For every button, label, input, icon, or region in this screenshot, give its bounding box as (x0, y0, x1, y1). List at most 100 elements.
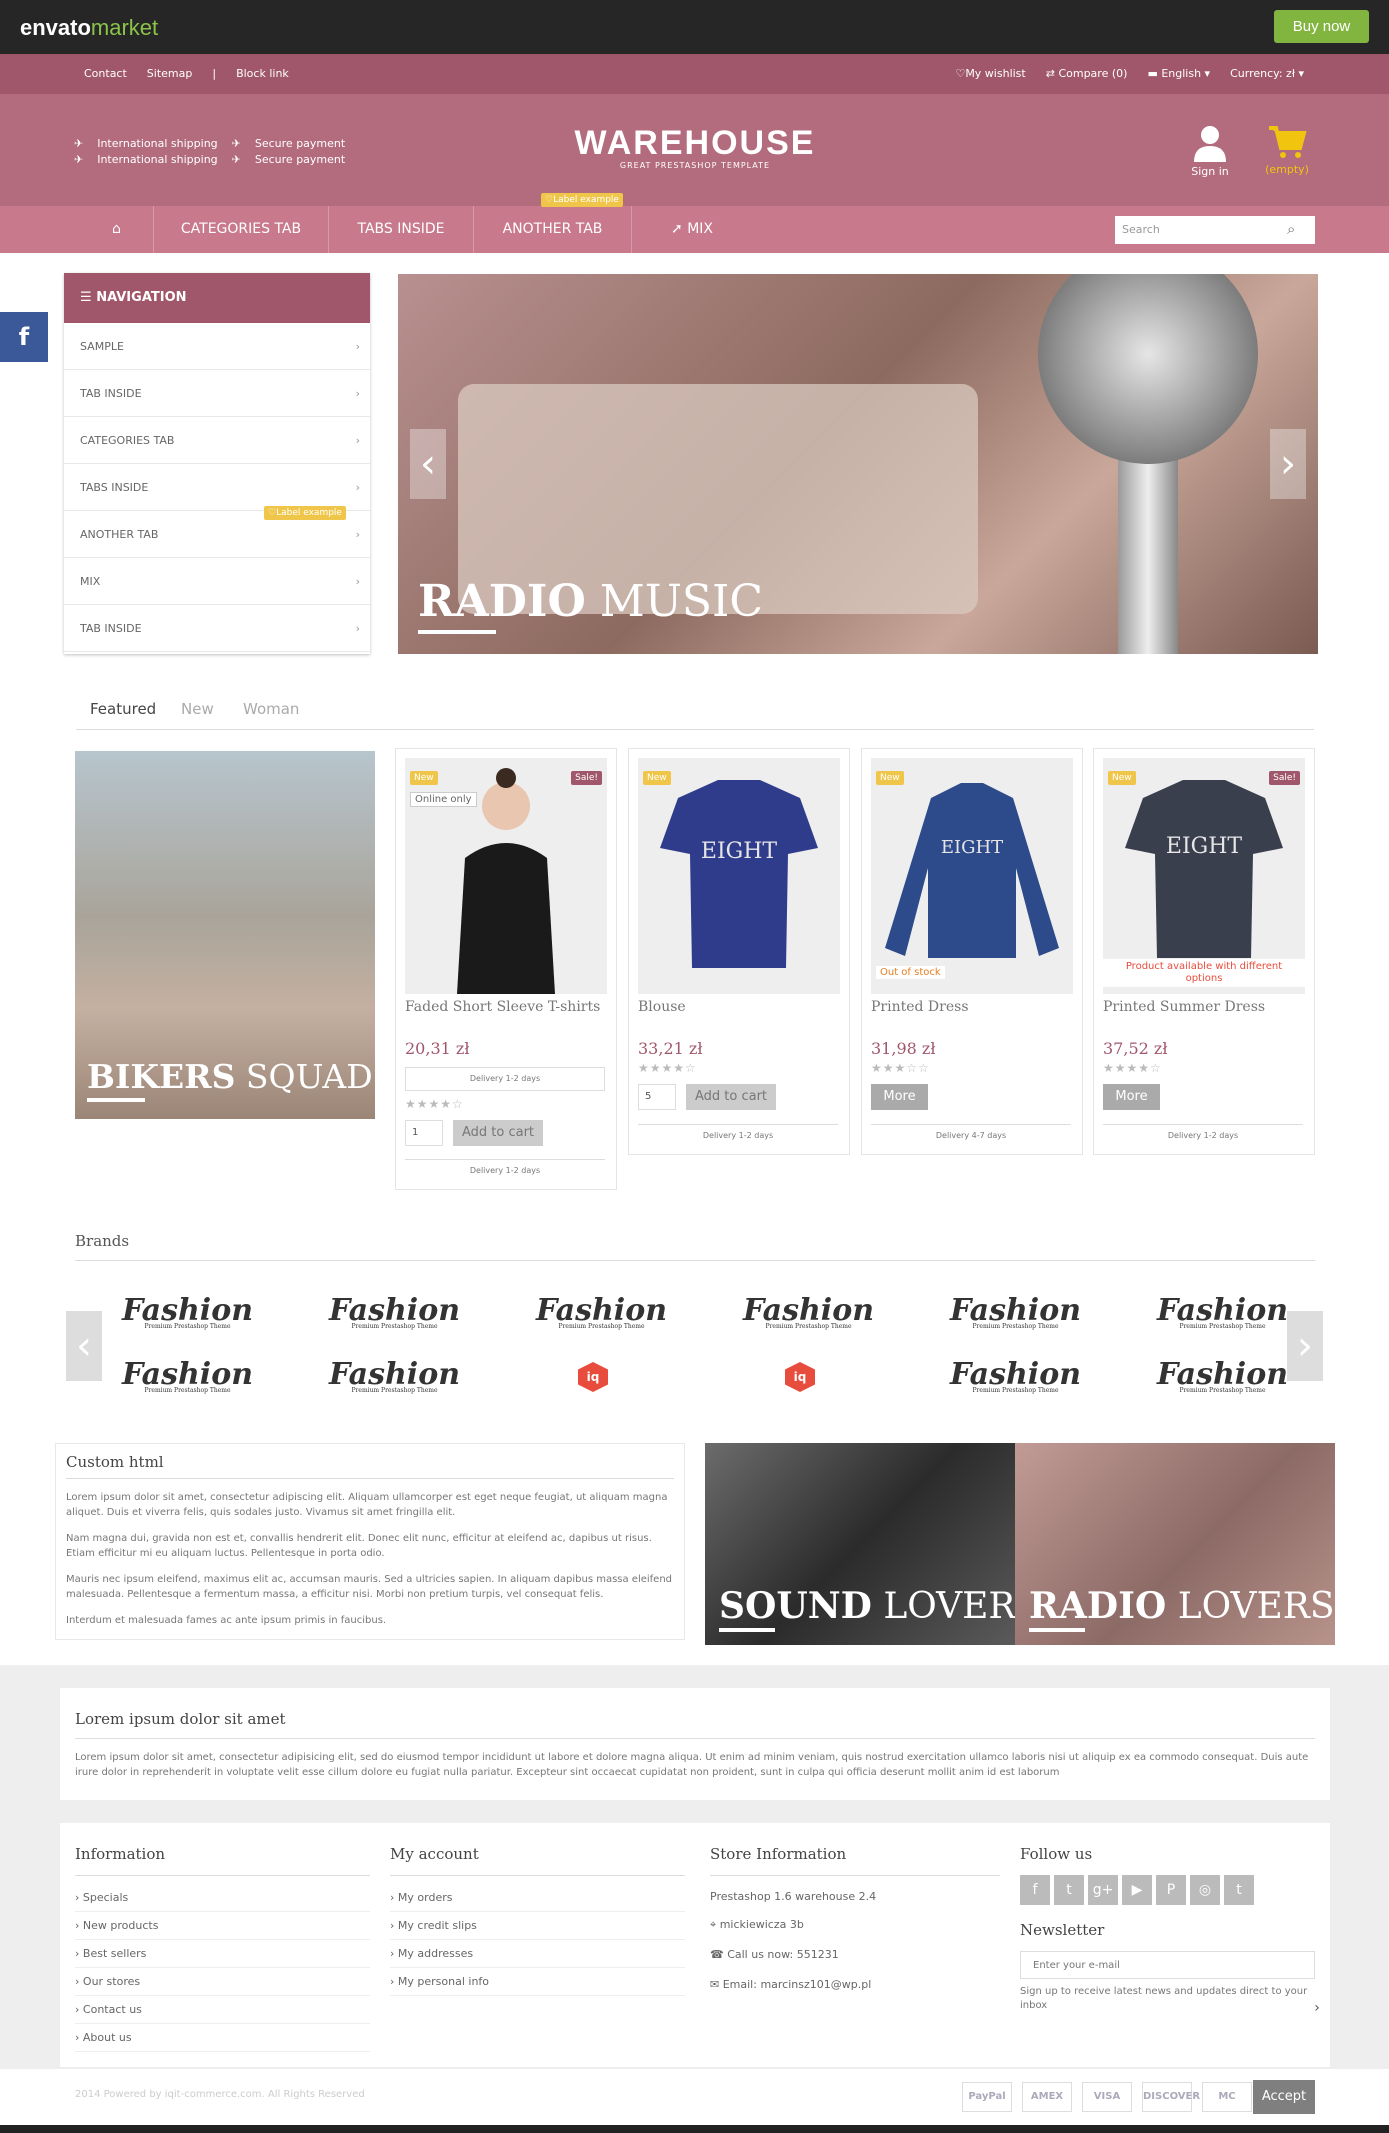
product-name[interactable]: Printed Dress (871, 999, 969, 1015)
sidenav-item[interactable]: TABS INSIDE › (64, 464, 370, 511)
footer-link[interactable]: › My addresses (390, 1940, 685, 1968)
sitemap-link[interactable]: Sitemap (147, 67, 193, 80)
sidenav-item[interactable]: MIX › (64, 558, 370, 605)
instagram-icon[interactable]: ◎ (1190, 1875, 1220, 1905)
label-badge: ♡Label example (264, 506, 346, 520)
brand-logo[interactable]: Fashion Premium Prestashop Theme (122, 1357, 253, 1394)
menu-another-tab[interactable]: ANOTHER TAB (474, 206, 632, 253)
tab-new[interactable]: New (181, 700, 214, 718)
pinterest-icon[interactable]: P (1156, 1875, 1186, 1905)
brand-logo[interactable]: Fashion Premium Prestashop Theme (1157, 1357, 1288, 1394)
slider-next-arrow[interactable]: › (1270, 429, 1306, 499)
currency-select[interactable]: Currency: zł ▾ (1230, 67, 1304, 80)
add-to-cart-button[interactable]: Add to cart (453, 1120, 543, 1146)
sidenav-item[interactable]: CATEGORIES TAB › (64, 417, 370, 464)
google-plus-icon[interactable]: g+ (1088, 1875, 1118, 1905)
product-name[interactable]: Blouse (638, 999, 686, 1015)
mic-stand-image (1118, 454, 1178, 654)
menu-categories-tab[interactable]: CATEGORIES TAB (154, 206, 329, 253)
brand-logo[interactable]: Fashion Premium Prestashop Theme (743, 1293, 874, 1330)
footer-link[interactable]: › Best sellers (75, 1940, 370, 1968)
facebook-icon[interactable]: f (0, 312, 48, 362)
youtube-icon[interactable]: ▶ (1122, 1875, 1152, 1905)
add-to-cart-button[interactable]: Add to cart (686, 1084, 776, 1110)
iq-brand-logo[interactable]: iq (785, 1362, 815, 1392)
language-select[interactable]: ▬ English ▾ (1147, 67, 1210, 80)
brand-logo[interactable]: Fashion Premium Prestashop Theme (1157, 1293, 1288, 1330)
tumblr-icon[interactable]: t (1224, 1875, 1254, 1905)
brand-logo[interactable]: Fashion Premium Prestashop Theme (536, 1293, 667, 1330)
product-image[interactable]: EIGHT (638, 758, 840, 994)
sidenav-item[interactable]: TAB INSIDE › (64, 605, 370, 652)
twitter-icon[interactable]: t (1054, 1875, 1084, 1905)
brand-logo[interactable]: Fashion Premium Prestashop Theme (950, 1357, 1081, 1394)
wishlist-link[interactable]: ♡My wishlist (955, 67, 1025, 80)
footer-link[interactable]: › My credit slips (390, 1912, 685, 1940)
more-button[interactable]: More (871, 1084, 928, 1110)
menu-mix[interactable]: ➚ MIX (632, 206, 752, 253)
footer-link[interactable]: › My personal info (390, 1968, 685, 1996)
footer-link[interactable]: › Contact us (75, 1996, 370, 2024)
slider-prev-arrow[interactable]: ‹ (410, 429, 446, 499)
footer-link[interactable]: › About us (75, 2024, 370, 2052)
label-badge: ♡Label example (541, 193, 623, 207)
envato-logo[interactable]: envatomarket (20, 15, 158, 41)
newsletter-submit-icon[interactable]: › (1305, 1995, 1329, 2021)
sound-lovers-banner[interactable]: SOUND LOVERS (705, 1443, 1040, 1645)
quantity-stepper[interactable]: 5 (638, 1084, 676, 1110)
footer-link[interactable]: › My orders (390, 1884, 685, 1912)
quantity-stepper[interactable]: 1 (405, 1120, 443, 1146)
menu-tabs-inside[interactable]: TABS INSIDE (329, 206, 474, 253)
brand-logo[interactable]: Fashion Premium Prestashop Theme (329, 1293, 460, 1330)
banner-caption: RADIO LOVERS (1029, 1585, 1335, 1627)
footer-link[interactable]: › Specials (75, 1884, 370, 1912)
custom-html-block: Custom html Lorem ipsum dolor sit amet, … (55, 1443, 685, 1640)
shuffle-icon: ⇄ (1045, 67, 1059, 80)
bikers-banner[interactable]: BIKERS SQUAD (75, 751, 375, 1119)
tab-woman[interactable]: Woman (243, 700, 299, 718)
signin-button[interactable]: Sign in (1190, 124, 1230, 178)
brand-logo[interactable]: Fashion Premium Prestashop Theme (950, 1293, 1081, 1330)
tab-featured[interactable]: Featured (90, 700, 156, 718)
search-icon[interactable]: ⌕ (1287, 220, 1295, 238)
divider (75, 1260, 1315, 1261)
newsletter-input[interactable]: Enter your e-mail (1020, 1951, 1315, 1979)
footer-link[interactable]: › Our stores (75, 1968, 370, 1996)
brand-logo[interactable]: Fashion Premium Prestashop Theme (329, 1357, 460, 1394)
site-logo[interactable]: WAREHOUSE GREAT PRESTASHOP TEMPLATE (520, 124, 870, 170)
iq-brand-logo[interactable]: iq (578, 1362, 608, 1392)
radio-lovers-banner[interactable]: RADIO LOVERS (1015, 1443, 1335, 1645)
product-card[interactable]: New Sale! Online only Faded Short Sleeve… (395, 748, 617, 1190)
product-card[interactable]: EIGHT New Blouse 33,21 zł ★★★★☆ 5 Add to… (628, 748, 850, 1155)
chevron-right-icon: › (355, 481, 360, 494)
search-input[interactable]: Search (1115, 216, 1315, 244)
sidenav-item[interactable]: TAB INSIDE › (64, 370, 370, 417)
map-pin-icon: ⌖ (710, 1918, 720, 1931)
home-button[interactable]: ⌂ (80, 206, 154, 253)
main-menu: ⌂ CATEGORIES TAB TABS INSIDE ANOTHER TAB… (0, 206, 1389, 253)
user-icon (1194, 126, 1226, 162)
sidenav-item[interactable]: SAMPLE › (64, 323, 370, 370)
block-link[interactable]: Block link (236, 67, 289, 80)
footer-link[interactable]: › New products (75, 1912, 370, 1940)
heart-icon: ♡ (545, 195, 554, 205)
compare-link[interactable]: ⇄ Compare (0) (1046, 67, 1128, 80)
more-button[interactable]: More (1103, 1084, 1160, 1110)
cart-button[interactable]: (empty) (1262, 124, 1312, 176)
product-card[interactable]: EIGHT New Sale! Product available with d… (1093, 748, 1315, 1155)
product-card[interactable]: EIGHT New Out of stock Printed Dress 31,… (861, 748, 1083, 1155)
store-email[interactable]: ✉ Email: marcinsz101@wp.pl (710, 1970, 1000, 2000)
product-name[interactable]: Faded Short Sleeve T-shirts (405, 999, 600, 1015)
brands-next-arrow[interactable]: › (1287, 1311, 1323, 1381)
contact-link[interactable]: Contact (84, 67, 127, 80)
facebook-icon[interactable]: f (1020, 1875, 1050, 1905)
chevron-right-icon: › (355, 575, 360, 588)
hero-slider[interactable]: RADIO MUSIC ‹ › (398, 274, 1318, 654)
brands-prev-arrow[interactable]: ‹ (66, 1311, 102, 1381)
product-name[interactable]: Printed Summer Dress (1103, 999, 1265, 1015)
buy-now-button[interactable]: Buy now (1274, 10, 1369, 43)
rocket-icon: ➚ (671, 221, 688, 237)
product-image[interactable]: EIGHT (871, 758, 1073, 994)
accept-cookies-button[interactable]: Accept (1253, 2080, 1315, 2114)
brand-logo[interactable]: Fashion Premium Prestashop Theme (122, 1293, 253, 1330)
